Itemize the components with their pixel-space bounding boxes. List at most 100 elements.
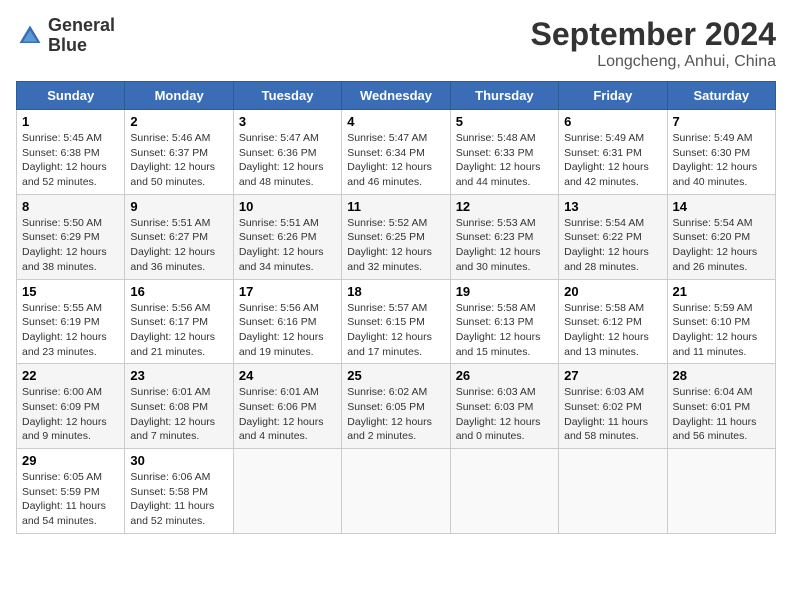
calendar-week-4: 22 Sunrise: 6:00 AM Sunset: 6:09 PM Dayli… [17, 364, 776, 449]
calendar-body: 1 Sunrise: 5:45 AM Sunset: 6:38 PM Daylig… [17, 110, 776, 534]
calendar-cell: 23Sunrise: 6:01 AM Sunset: 6:08 PM Dayli… [125, 364, 233, 449]
day-info: Sunrise: 5:57 AM Sunset: 6:15 PM Dayligh… [347, 301, 444, 360]
day-info: Sunrise: 5:52 AM Sunset: 6:25 PM Dayligh… [347, 216, 444, 275]
calendar-cell: 12Sunrise: 5:53 AM Sunset: 6:23 PM Dayli… [450, 194, 558, 279]
day-number: 24 [239, 368, 336, 383]
day-info: Sunrise: 5:50 AM Sunset: 6:29 PM Dayligh… [22, 216, 119, 275]
calendar-cell: 21 Sunrise: 5:59 AM Sunset: 6:10 PM Dayli… [667, 279, 775, 364]
day-info: Sunrise: 6:03 AM Sunset: 6:02 PM Dayligh… [564, 385, 661, 444]
page-header: General Blue September 2024 Longcheng, A… [16, 16, 776, 71]
day-number: 15 [22, 284, 119, 299]
calendar-cell: 17 Sunrise: 5:56 AM Sunset: 6:16 PM Dayli… [233, 279, 341, 364]
day-number: 7 [673, 114, 770, 129]
day-info: Sunrise: 5:54 AM Sunset: 6:22 PM Dayligh… [564, 216, 661, 275]
calendar-cell [667, 449, 775, 534]
day-number: 27 [564, 368, 661, 383]
calendar-cell: 13 Sunrise: 5:54 AM Sunset: 6:22 PM Dayli… [559, 194, 667, 279]
day-info: Sunrise: 5:49 AM Sunset: 6:31 PM Dayligh… [564, 131, 661, 190]
day-number: 12 [456, 199, 553, 214]
day-info: Sunrise: 6:02 AM Sunset: 6:05 PM Dayligh… [347, 385, 444, 444]
day-info: Sunrise: 5:51 AM Sunset: 6:26 PM Dayligh… [239, 216, 336, 275]
calendar-cell: 5 Sunrise: 5:48 AM Sunset: 6:33 PM Daylig… [450, 110, 558, 195]
day-info: Sunrise: 5:56 AM Sunset: 6:16 PM Dayligh… [239, 301, 336, 360]
day-info: Sunrise: 6:01 AM Sunset: 6:06 PM Dayligh… [239, 385, 336, 444]
calendar-cell: 18Sunrise: 5:57 AM Sunset: 6:15 PM Dayli… [342, 279, 450, 364]
day-info: Sunrise: 6:05 AM Sunset: 5:59 PM Dayligh… [22, 470, 119, 529]
day-number: 2 [130, 114, 227, 129]
day-number: 9 [130, 199, 227, 214]
day-number: 5 [456, 114, 553, 129]
header-cell-tuesday: Tuesday [233, 82, 341, 110]
calendar-week-3: 15 Sunrise: 5:55 AM Sunset: 6:19 PM Dayli… [17, 279, 776, 364]
day-number: 1 [22, 114, 119, 129]
day-info: Sunrise: 6:00 AM Sunset: 6:09 PM Dayligh… [22, 385, 119, 444]
logo: General Blue [16, 16, 115, 56]
day-info: Sunrise: 5:59 AM Sunset: 6:10 PM Dayligh… [673, 301, 770, 360]
day-number: 26 [456, 368, 553, 383]
day-info: Sunrise: 5:55 AM Sunset: 6:19 PM Dayligh… [22, 301, 119, 360]
header-cell-saturday: Saturday [667, 82, 775, 110]
calendar-cell: 3 Sunrise: 5:47 AM Sunset: 6:36 PM Daylig… [233, 110, 341, 195]
header-row: SundayMondayTuesdayWednesdayThursdayFrid… [17, 82, 776, 110]
day-number: 20 [564, 284, 661, 299]
calendar-cell: 22 Sunrise: 6:00 AM Sunset: 6:09 PM Dayli… [17, 364, 125, 449]
day-info: Sunrise: 6:03 AM Sunset: 6:03 PM Dayligh… [456, 385, 553, 444]
calendar-header: SundayMondayTuesdayWednesdayThursdayFrid… [17, 82, 776, 110]
calendar-cell: 2Sunrise: 5:46 AM Sunset: 6:37 PM Daylig… [125, 110, 233, 195]
day-number: 16 [130, 284, 227, 299]
calendar-cell: 4 Sunrise: 5:47 AM Sunset: 6:34 PM Daylig… [342, 110, 450, 195]
day-info: Sunrise: 5:54 AM Sunset: 6:20 PM Dayligh… [673, 216, 770, 275]
day-info: Sunrise: 5:58 AM Sunset: 6:12 PM Dayligh… [564, 301, 661, 360]
calendar-cell: 11 Sunrise: 5:52 AM Sunset: 6:25 PM Dayli… [342, 194, 450, 279]
day-number: 22 [22, 368, 119, 383]
calendar-cell: 19 Sunrise: 5:58 AM Sunset: 6:13 PM Dayli… [450, 279, 558, 364]
header-cell-friday: Friday [559, 82, 667, 110]
calendar-cell: 6Sunrise: 5:49 AM Sunset: 6:31 PM Daylig… [559, 110, 667, 195]
calendar-cell: 16Sunrise: 5:56 AM Sunset: 6:17 PM Dayli… [125, 279, 233, 364]
header-cell-wednesday: Wednesday [342, 82, 450, 110]
calendar-cell: 14Sunrise: 5:54 AM Sunset: 6:20 PM Dayli… [667, 194, 775, 279]
calendar-cell: 20 Sunrise: 5:58 AM Sunset: 6:12 PM Dayli… [559, 279, 667, 364]
day-info: Sunrise: 6:01 AM Sunset: 6:08 PM Dayligh… [130, 385, 227, 444]
day-info: Sunrise: 5:49 AM Sunset: 6:30 PM Dayligh… [673, 131, 770, 190]
calendar-cell [233, 449, 341, 534]
calendar-week-1: 1 Sunrise: 5:45 AM Sunset: 6:38 PM Daylig… [17, 110, 776, 195]
day-number: 19 [456, 284, 553, 299]
header-cell-thursday: Thursday [450, 82, 558, 110]
calendar-table: SundayMondayTuesdayWednesdayThursdayFrid… [16, 81, 776, 534]
calendar-cell [342, 449, 450, 534]
day-info: Sunrise: 5:58 AM Sunset: 6:13 PM Dayligh… [456, 301, 553, 360]
day-number: 29 [22, 453, 119, 468]
day-number: 25 [347, 368, 444, 383]
day-info: Sunrise: 5:45 AM Sunset: 6:38 PM Dayligh… [22, 131, 119, 190]
day-number: 10 [239, 199, 336, 214]
day-number: 11 [347, 199, 444, 214]
month-title: September 2024 [531, 16, 776, 53]
calendar-cell: 9Sunrise: 5:51 AM Sunset: 6:27 PM Daylig… [125, 194, 233, 279]
calendar-cell: 27 Sunrise: 6:03 AM Sunset: 6:02 PM Dayli… [559, 364, 667, 449]
day-number: 28 [673, 368, 770, 383]
day-info: Sunrise: 5:48 AM Sunset: 6:33 PM Dayligh… [456, 131, 553, 190]
header-cell-sunday: Sunday [17, 82, 125, 110]
calendar-cell: 8 Sunrise: 5:50 AM Sunset: 6:29 PM Daylig… [17, 194, 125, 279]
day-number: 8 [22, 199, 119, 214]
calendar-cell: 29 Sunrise: 6:05 AM Sunset: 5:59 PM Dayli… [17, 449, 125, 534]
logo-text: General Blue [48, 16, 115, 56]
day-number: 21 [673, 284, 770, 299]
day-info: Sunrise: 6:04 AM Sunset: 6:01 PM Dayligh… [673, 385, 770, 444]
day-number: 4 [347, 114, 444, 129]
calendar-cell: 26 Sunrise: 6:03 AM Sunset: 6:03 PM Dayli… [450, 364, 558, 449]
day-info: Sunrise: 6:06 AM Sunset: 5:58 PM Dayligh… [130, 470, 227, 529]
header-cell-monday: Monday [125, 82, 233, 110]
calendar-cell: 24 Sunrise: 6:01 AM Sunset: 6:06 PM Dayli… [233, 364, 341, 449]
calendar-week-2: 8 Sunrise: 5:50 AM Sunset: 6:29 PM Daylig… [17, 194, 776, 279]
day-number: 13 [564, 199, 661, 214]
calendar-cell [559, 449, 667, 534]
day-info: Sunrise: 5:47 AM Sunset: 6:36 PM Dayligh… [239, 131, 336, 190]
day-number: 3 [239, 114, 336, 129]
calendar-cell: 15 Sunrise: 5:55 AM Sunset: 6:19 PM Dayli… [17, 279, 125, 364]
calendar-cell: 30Sunrise: 6:06 AM Sunset: 5:58 PM Dayli… [125, 449, 233, 534]
logo-icon [16, 22, 44, 50]
day-info: Sunrise: 5:47 AM Sunset: 6:34 PM Dayligh… [347, 131, 444, 190]
day-number: 17 [239, 284, 336, 299]
